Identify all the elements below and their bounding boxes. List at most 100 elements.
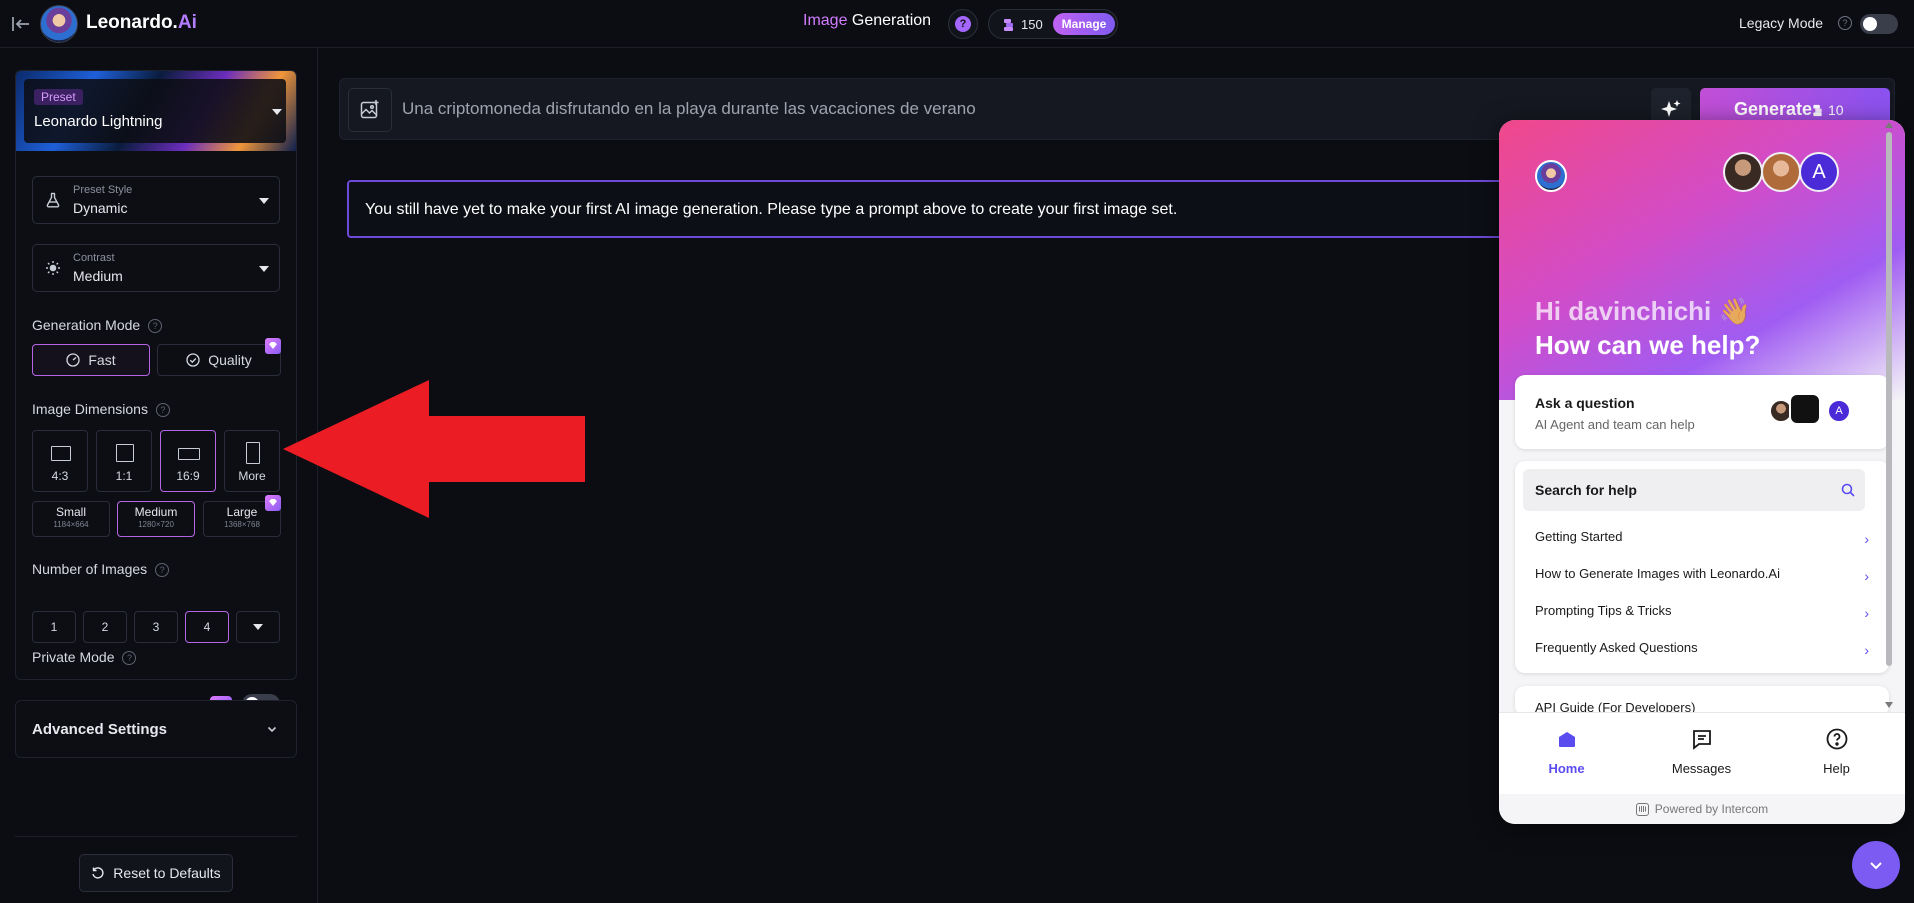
preset-dropdown[interactable]: Preset Leonardo Lightning (24, 79, 286, 143)
manage-button[interactable]: Manage (1053, 13, 1115, 35)
help-icon[interactable]: ? (948, 9, 978, 39)
tab-messages[interactable]: Messages (1634, 713, 1769, 795)
settings-sidebar: Preset Leonardo Lightning Preset Style D… (0, 48, 318, 903)
messenger-brand-logo (1535, 160, 1567, 192)
image-count-2-button[interactable]: 2 (83, 611, 127, 643)
prompt-input[interactable]: Una criptomoneda disfrutando en la playa… (402, 99, 976, 119)
size-medium-button[interactable]: Medium 1280×720 (117, 501, 195, 537)
annotation-arrow-icon (283, 380, 585, 518)
check-circle-icon (186, 353, 200, 367)
tab-home[interactable]: Home (1499, 713, 1634, 795)
brand-logo (40, 5, 78, 43)
caret-down-icon (253, 624, 263, 630)
mode-quality-button[interactable]: Quality (157, 344, 281, 376)
generation-settings-panel: Preset Leonardo Lightning Preset Style D… (15, 70, 297, 714)
help-icon[interactable]: ? (1838, 16, 1852, 30)
help-search-card: Search for help Getting Started › How to … (1515, 461, 1889, 673)
intercom-logo-icon (1635, 802, 1649, 816)
chevron-right-icon: › (1864, 605, 1869, 621)
chevron-right-icon: › (1864, 642, 1869, 658)
messenger-launcher-button[interactable] (1852, 841, 1900, 889)
coin-stack-icon (1004, 19, 1013, 31)
preset-selector[interactable]: Preset Leonardo Lightning (16, 71, 296, 151)
gem-icon (265, 495, 281, 511)
brand-name: Leonardo.Ai (86, 12, 197, 33)
chevron-right-icon: › (1864, 531, 1869, 547)
intercom-messenger: A Hi davinchichi 👋 How can we help? Ask … (1499, 120, 1905, 824)
image-add-icon (360, 100, 379, 119)
speedometer-icon (66, 353, 81, 367)
private-mode-heading: Private Mode? (32, 649, 137, 666)
number-of-images-heading: Number of Images? (32, 561, 170, 578)
help-link[interactable]: Prompting Tips & Tricks › (1535, 603, 1869, 623)
preset-name: Leonardo Lightning (34, 113, 163, 130)
divider (15, 836, 297, 837)
preset-style-label: Preset Style (73, 184, 133, 196)
coin-stack-icon (1813, 104, 1822, 117)
ratio-shape-icon (116, 444, 134, 462)
agent-avatar: A (1799, 152, 1839, 192)
token-balance: 150 Manage (988, 9, 1118, 39)
help-icon[interactable]: ? (155, 403, 170, 418)
preset-style-value: Dynamic (73, 200, 128, 216)
page-title: Image Generation (803, 12, 932, 29)
ratio-shape-icon (178, 448, 200, 460)
agent-avatar: A (1827, 399, 1851, 423)
search-icon (1841, 483, 1855, 497)
chevron-down-icon (1870, 862, 1882, 870)
image-count-4-button[interactable]: 4 (185, 611, 229, 643)
ask-question-card[interactable]: Ask a question AI Agent and team can hel… (1515, 375, 1889, 449)
caret-down-icon (272, 109, 282, 115)
contrast-select[interactable]: Contrast Medium (32, 244, 280, 292)
help-link[interactable]: Frequently Asked Questions › (1535, 640, 1869, 660)
ratio-1-1-button[interactable]: 1:1 (96, 430, 152, 492)
sparkle-icon (1661, 100, 1681, 117)
ratio-16-9-button[interactable]: 16:9 (160, 430, 216, 492)
generation-mode-heading: Generation Mode? (32, 317, 163, 334)
help-icon[interactable]: ? (148, 319, 163, 334)
help-circle-icon (1826, 728, 1848, 750)
powered-by[interactable]: Powered by Intercom (1499, 794, 1905, 824)
flask-icon (46, 192, 60, 208)
legacy-mode-toggle[interactable] (1860, 14, 1898, 34)
reset-to-defaults-button[interactable]: Reset to Defaults (79, 854, 233, 892)
messenger-scrollbar[interactable] (1884, 120, 1894, 710)
advanced-settings-accordion[interactable]: Advanced Settings (15, 700, 297, 758)
ratio-more-button[interactable]: More (224, 430, 280, 492)
image-add-button[interactable] (348, 88, 392, 132)
help-icon[interactable]: ? (155, 563, 170, 578)
help-link[interactable]: Getting Started › (1535, 529, 1869, 549)
chevron-down-icon (267, 726, 277, 733)
team-avatar (1723, 152, 1763, 192)
caret-down-icon (259, 198, 269, 204)
mode-fast-button[interactable]: Fast (32, 344, 150, 376)
messages-icon (1693, 730, 1711, 750)
help-link[interactable]: How to Generate Images with Leonardo.Ai › (1535, 566, 1869, 586)
preset-tag: Preset (34, 89, 83, 105)
legacy-mode-label: Legacy Mode (1739, 15, 1824, 31)
image-count-3-button[interactable]: 3 (134, 611, 178, 643)
ratio-4-3-button[interactable]: 4:3 (32, 430, 88, 492)
caret-down-icon (259, 266, 269, 272)
arrow-left-bar-icon[interactable] (10, 13, 32, 35)
image-count-1-button[interactable]: 1 (32, 611, 76, 643)
sun-icon (46, 261, 60, 275)
team-avatar (1761, 152, 1801, 192)
headline: How can we help? (1535, 330, 1761, 360)
generate-cost: 10 (1828, 102, 1844, 118)
ratio-shape-icon (246, 442, 260, 464)
size-small-button[interactable]: Small 1184×664 (32, 501, 110, 537)
tab-help[interactable]: Help (1769, 713, 1904, 795)
image-dimensions-heading: Image Dimensions? (32, 401, 170, 418)
greeting: Hi davinchichi 👋 (1535, 296, 1751, 326)
rotate-ccw-icon (92, 867, 104, 879)
token-count: 150 (1021, 17, 1043, 32)
help-icon[interactable]: ? (122, 651, 137, 666)
home-icon (1559, 732, 1575, 747)
contrast-label: Contrast (73, 252, 115, 264)
search-help-input[interactable]: Search for help (1523, 469, 1865, 511)
contrast-value: Medium (73, 268, 123, 284)
image-count-more-button[interactable] (236, 611, 280, 643)
preset-style-select[interactable]: Preset Style Dynamic (32, 176, 280, 224)
chevron-right-icon: › (1864, 568, 1869, 584)
